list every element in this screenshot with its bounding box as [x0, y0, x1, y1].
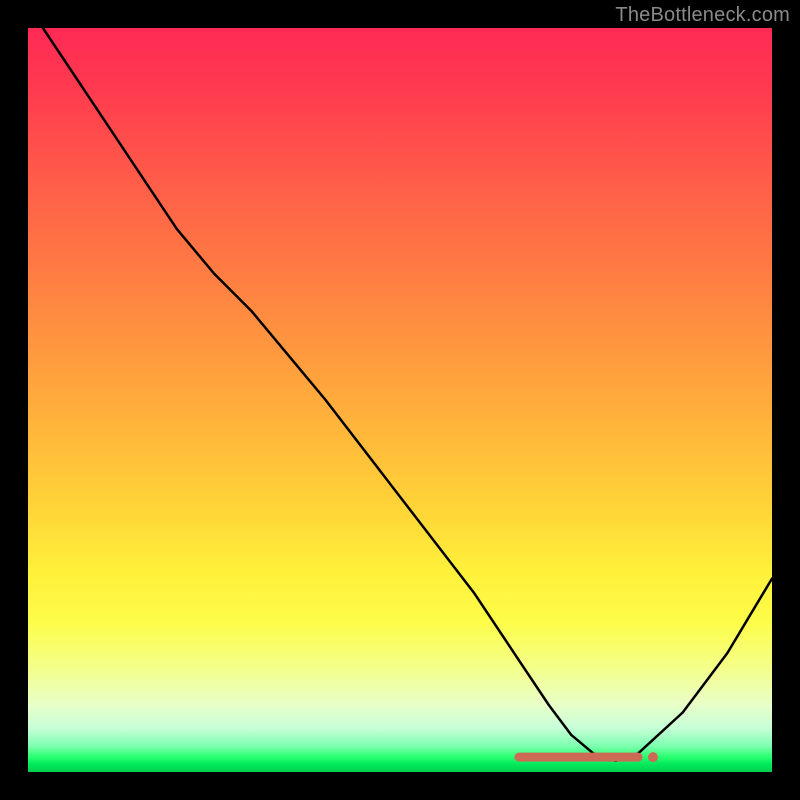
plot-area: [28, 28, 772, 772]
optimal-point-dot: [648, 752, 658, 762]
chart-stage: TheBottleneck.com: [0, 0, 800, 800]
plot-overlay: [28, 28, 772, 772]
bottleneck-curve: [43, 28, 772, 761]
watermark-text: TheBottleneck.com: [615, 4, 790, 27]
